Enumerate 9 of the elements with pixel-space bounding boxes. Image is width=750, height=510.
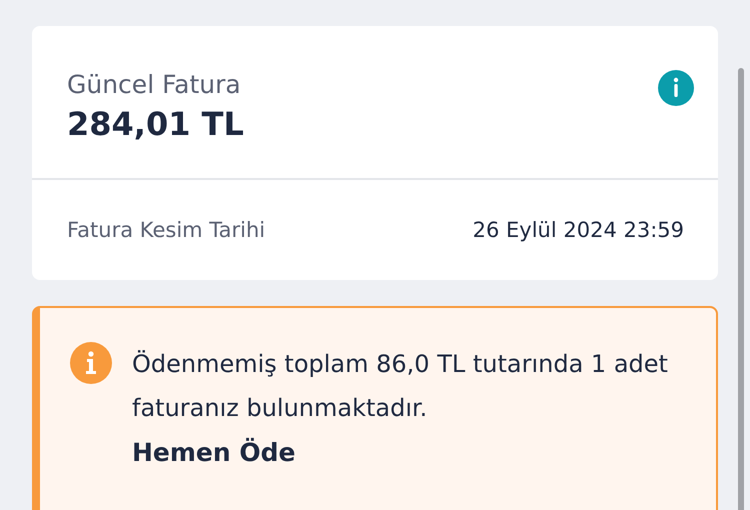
invoice-title: Güncel Fatura — [67, 69, 242, 101]
info-icon — [70, 342, 112, 384]
alert-message: Ödenmemiş toplam 86,0 TL tutarında 1 adet faturanız bulunmaktadır. — [132, 349, 669, 424]
detail-value: 26 Eylül 2024 23:59 — [472, 218, 684, 242]
scrollbar[interactable] — [738, 68, 744, 510]
invoice-amount: 284,01 TL — [67, 104, 244, 145]
info-icon[interactable] — [658, 70, 694, 106]
detail-label: Fatura Kesim Tarihi — [67, 218, 266, 242]
pay-now-link[interactable]: Hemen Öde — [132, 438, 672, 467]
